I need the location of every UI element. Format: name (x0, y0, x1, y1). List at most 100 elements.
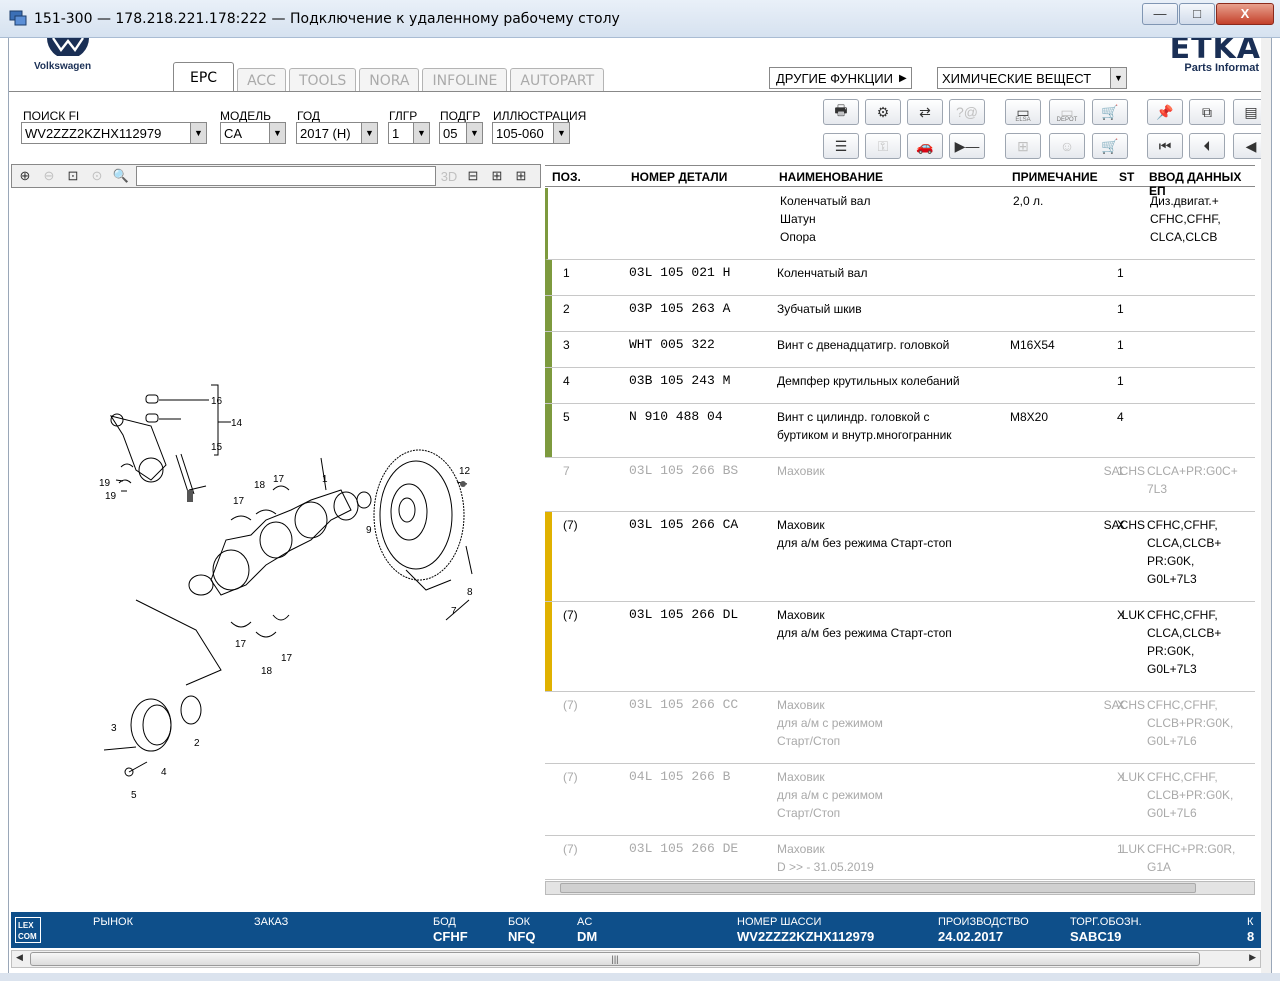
part-row[interactable]: 5 N 910 488 04 Винт с цилиндр. головкой с … (545, 404, 1255, 458)
callout-label[interactable]: 17 (233, 496, 245, 507)
main-group-select[interactable]: 1 ▼ (388, 122, 430, 144)
zoom-in-icon[interactable]: ⊕ (14, 166, 36, 186)
callout-label[interactable]: 17 (235, 639, 247, 650)
callout-label[interactable]: 8 (467, 587, 473, 598)
tab-epc[interactable]: EPC (173, 62, 235, 92)
chevron-down-icon[interactable]: ▼ (466, 123, 482, 143)
cart-button[interactable]: 🛒 (1092, 133, 1128, 159)
elsa-label: ELSA (1015, 117, 1031, 123)
network-button[interactable]: ⊞ (1005, 133, 1041, 159)
callout-label[interactable]: 2 (194, 738, 200, 749)
part-row[interactable]: 2 03P 105 263 A Зубчатый шкив 1 (545, 296, 1255, 332)
zoom-100-icon[interactable]: ⊙ (86, 166, 108, 186)
part-row[interactable]: 4 03B 105 243 M Демпфер крутильных колебан… (545, 368, 1255, 404)
model-select[interactable]: CA ▼ (220, 122, 286, 144)
fi-search-field[interactable]: WV2ZZZ2KZHX112979 ▼ (21, 122, 207, 144)
col-note-header[interactable]: ПРИМЕЧАНИЕ (1012, 170, 1098, 184)
callout-label[interactable]: 12 (459, 466, 471, 477)
callout-label[interactable]: 5 (131, 790, 137, 801)
other-functions-button[interactable]: ДРУГИЕ ФУНКЦИИ ▶ (769, 67, 912, 89)
search-icon[interactable]: 🔍 (110, 166, 132, 186)
part-row[interactable]: (7) 03L 105 266 DE Маховик D >> - 31.05.20… (545, 836, 1255, 880)
illustration-search-input[interactable] (136, 166, 436, 186)
illustration-select[interactable]: 105-060 ▼ (492, 122, 570, 144)
play-next-button[interactable]: ▶— (949, 133, 985, 159)
callout-label[interactable]: 14 (231, 418, 243, 429)
parts-illustration[interactable]: 16 14 15 19 19 17 18 17 1 17 18 17 9 12 … (11, 190, 541, 910)
chevron-down-icon[interactable]: ▼ (1110, 68, 1126, 88)
three-d-button[interactable]: 3D (438, 166, 460, 186)
sub-group-select[interactable]: 05 ▼ (439, 122, 483, 144)
minimize-button[interactable]: — (1142, 3, 1178, 25)
part-row[interactable]: (7) 03L 105 266 DL Маховик для а/м без реж… (545, 602, 1255, 692)
part-row[interactable]: 7 03L 105 266 BS Маховик SACHS 1 CLCA+PR:G0C+… (545, 458, 1255, 512)
close-button[interactable]: X (1216, 3, 1274, 25)
exchange-button[interactable]: ⇄ (907, 99, 943, 125)
chevron-down-icon[interactable]: ▼ (269, 123, 285, 143)
callout-label[interactable]: 1 (322, 474, 328, 485)
scroll-thumb[interactable]: ||| (30, 952, 1200, 966)
callout-label[interactable]: 19 (105, 491, 117, 502)
prev-page-button[interactable]: ⏴ (1189, 133, 1225, 159)
user-button[interactable]: ☺ (1049, 133, 1085, 159)
callout-label[interactable]: 9 (366, 525, 372, 536)
table-horizontal-scrollbar[interactable] (545, 881, 1255, 895)
col-st-header[interactable]: ST (1119, 170, 1134, 184)
tab-infoline[interactable]: INFOLINE (422, 68, 508, 92)
callout-label[interactable]: 16 (211, 396, 223, 407)
callout-label[interactable]: 18 (261, 666, 273, 677)
callout-label[interactable]: 19 (99, 478, 111, 489)
scroll-thumb[interactable] (560, 883, 1196, 893)
depot-button[interactable]: ▭ DEPOT (1049, 99, 1085, 125)
scroll-right-icon[interactable]: ▶ (1249, 952, 1256, 963)
zoom-out-icon[interactable]: ⊖ (38, 166, 60, 186)
tab-nora[interactable]: NORA (359, 68, 420, 92)
chevron-down-icon[interactable]: ▼ (413, 123, 429, 143)
layout-icon[interactable]: ⊟ (462, 166, 484, 186)
callout-label[interactable]: 3 (111, 723, 117, 734)
copy-button[interactable]: ⧉ (1189, 99, 1225, 125)
chemicals-select[interactable]: ХИМИЧЕСКИЕ ВЕЩЕСТ ▼ (937, 67, 1127, 89)
scroll-left-icon[interactable]: ◀ (16, 952, 23, 963)
part-name: Маховик для а/м без режима Старт-стоп (777, 518, 952, 550)
key-button[interactable]: ⚿ (865, 133, 901, 159)
elsa-button[interactable]: ▭ ELSA (1005, 99, 1041, 125)
part-row[interactable]: (7) 03L 105 266 CA Маховик для а/м без реж… (545, 512, 1255, 602)
chevron-down-icon[interactable]: ▼ (190, 123, 206, 143)
part-row[interactable]: (7) 04L 105 266 B Маховик для а/м с режимо… (545, 764, 1255, 836)
split-icon[interactable]: ⊞ (510, 166, 532, 186)
col-pos-header[interactable]: ПОЗ. (552, 170, 581, 184)
callout-label[interactable]: 7 (451, 606, 457, 617)
chevron-down-icon[interactable]: ▼ (361, 123, 377, 143)
zoom-area-icon[interactable]: ⊡ (62, 166, 84, 186)
callout-label[interactable]: 17 (273, 474, 285, 485)
year-select[interactable]: 2017 (H) ▼ (296, 122, 378, 144)
tab-autopart[interactable]: AUTOPART (510, 68, 605, 92)
callout-label[interactable]: 17 (281, 653, 293, 664)
grid-icon[interactable]: ⊞ (486, 166, 508, 186)
print-button[interactable]: 🖶 (823, 99, 859, 125)
tab-tools[interactable]: TOOLS (288, 68, 357, 92)
col-number-header[interactable]: НОМЕР ДЕТАЛИ (631, 170, 727, 184)
cart-add-button[interactable]: 🛒 (1092, 99, 1128, 125)
callout-label[interactable]: 4 (161, 767, 167, 778)
vehicle-button[interactable]: 🚗 (907, 133, 943, 159)
pin-button[interactable]: 📌 (1147, 99, 1183, 125)
chevron-down-icon[interactable]: ▼ (553, 123, 569, 143)
tab-acc[interactable]: ACC (237, 68, 286, 92)
window-horizontal-scrollbar[interactable]: ◀ ||| ▶ (11, 950, 1261, 968)
vertical-scrollbar[interactable] (1261, 38, 1271, 973)
first-page-button[interactable]: ⏮ (1147, 133, 1183, 159)
col-name-header[interactable]: НАИМЕНОВАНИЕ (779, 170, 883, 184)
maximize-button[interactable]: □ (1179, 3, 1215, 25)
group-header-row[interactable]: Коленчатый вал Шатун Опора 2,0 л. Диз.дв… (545, 188, 1255, 260)
part-row[interactable]: (7) 03L 105 266 CC Маховик для а/м с режим… (545, 692, 1255, 764)
help-button[interactable]: ?@ (949, 99, 985, 125)
callout-label[interactable]: 15 (211, 442, 223, 453)
list-button[interactable]: ☰ (823, 133, 859, 159)
callout-label[interactable]: 18 (254, 480, 266, 491)
part-row[interactable]: 3 WHT 005 322 Винт с двенадцатигр. головко… (545, 332, 1255, 368)
part-row[interactable]: 1 03L 105 021 H Коленчатый вал 1 (545, 260, 1255, 296)
bod-value: CFHF (433, 929, 468, 944)
parts-info-button[interactable]: ⚙ (865, 99, 901, 125)
